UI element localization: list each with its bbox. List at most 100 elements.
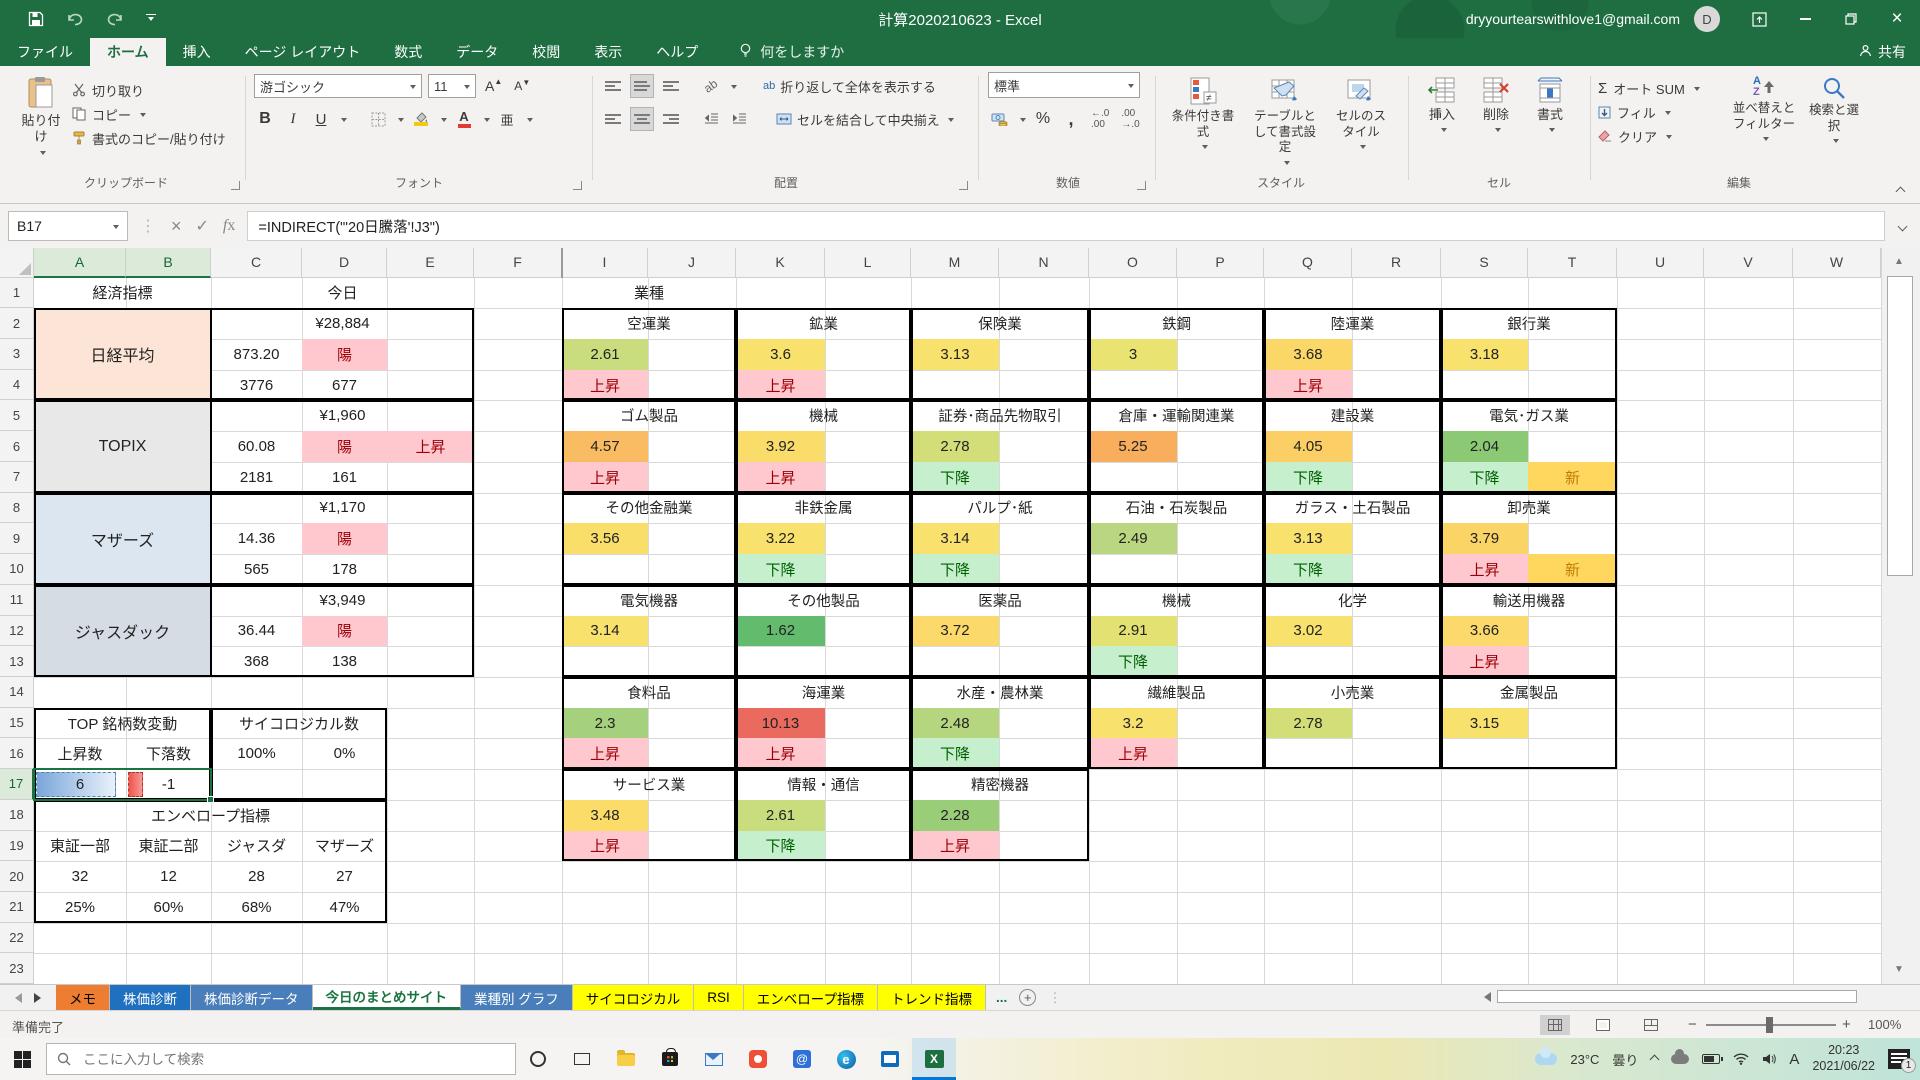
row-header-7[interactable]: 7 bbox=[0, 462, 34, 493]
decrease-decimal-button[interactable]: .00→.0 bbox=[1118, 107, 1142, 131]
minimize-button[interactable] bbox=[1782, 0, 1828, 38]
row-header-23[interactable]: 23 bbox=[0, 953, 34, 984]
row-header-14[interactable]: 14 bbox=[0, 677, 34, 708]
econ-candle[interactable]: 陽 bbox=[302, 339, 387, 370]
envelope-percent[interactable]: 25% bbox=[34, 892, 126, 923]
industry-value[interactable]: 2.78 bbox=[911, 431, 999, 462]
row-header-4[interactable]: 4 bbox=[0, 370, 34, 401]
bold-button[interactable]: B bbox=[254, 107, 276, 131]
industry-name[interactable]: その他製品 bbox=[736, 585, 911, 616]
industry-status[interactable]: 下降 bbox=[1089, 646, 1177, 677]
paste-button[interactable]: 貼り付け bbox=[10, 72, 72, 160]
industry-name[interactable]: 機械 bbox=[1089, 585, 1264, 616]
column-header-V[interactable]: V bbox=[1704, 248, 1793, 278]
increase-indent-button[interactable] bbox=[728, 107, 750, 131]
econ-value2[interactable]: 565 bbox=[211, 554, 302, 585]
tell-me-box[interactable]: 何をしますか bbox=[739, 38, 844, 66]
sheet-tab-1[interactable]: 株価診断 bbox=[110, 985, 191, 1010]
close-button[interactable]: × bbox=[1874, 0, 1920, 38]
industry-name[interactable]: 電気機器 bbox=[562, 585, 736, 616]
copy-button[interactable]: コピー bbox=[72, 102, 226, 126]
industry-status[interactable]: 上昇 bbox=[1441, 554, 1528, 585]
row-header-9[interactable]: 9 bbox=[0, 523, 34, 554]
sheet-tab-4[interactable]: 業種別 グラフ bbox=[461, 985, 573, 1010]
row-header-2[interactable]: 2 bbox=[0, 308, 34, 339]
industry-value[interactable]: 3.14 bbox=[911, 523, 999, 554]
industry-status[interactable]: 上昇 bbox=[1441, 646, 1528, 677]
industry-value[interactable]: 3.48 bbox=[562, 800, 648, 831]
industry-name[interactable]: 輸送用機器 bbox=[1441, 585, 1617, 616]
industry-value[interactable]: 3.15 bbox=[1441, 708, 1528, 739]
row-header-16[interactable]: 16 bbox=[0, 738, 34, 769]
new-sheet-button[interactable]: + bbox=[1019, 989, 1036, 1006]
industry-value[interactable]: 3.68 bbox=[1264, 339, 1352, 370]
sheet-tab-7[interactable]: エンベロープ指標 bbox=[744, 985, 878, 1010]
econ-header-right[interactable]: 今日 bbox=[211, 278, 474, 309]
red-app-button[interactable] bbox=[736, 1038, 780, 1080]
ribbon-tab-0[interactable]: ファイル bbox=[0, 38, 90, 66]
envelope-percent[interactable]: 68% bbox=[211, 892, 302, 923]
row-header-21[interactable]: 21 bbox=[0, 892, 34, 923]
account-avatar[interactable]: D bbox=[1694, 6, 1720, 32]
industry-value[interactable]: 3.13 bbox=[1264, 523, 1352, 554]
column-header-T[interactable]: T bbox=[1528, 248, 1617, 278]
ribbon-tab-3[interactable]: ページ レイアウト bbox=[228, 38, 378, 66]
column-header-A[interactable]: A bbox=[34, 248, 126, 278]
industry-name[interactable]: パルプ･紙 bbox=[911, 493, 1089, 524]
column-header-J[interactable]: J bbox=[648, 248, 736, 278]
industry-name[interactable]: 電気･ガス業 bbox=[1441, 400, 1617, 431]
industry-value[interactable]: 2.3 bbox=[562, 708, 648, 739]
sheet-tab-8[interactable]: トレンド指標 bbox=[878, 985, 986, 1010]
shrink-font-button[interactable]: A▼ bbox=[511, 74, 533, 98]
speaker-icon[interactable] bbox=[1762, 1053, 1776, 1065]
industry-value[interactable]: 4.57 bbox=[562, 431, 648, 462]
sheet-tab-2[interactable]: 株価診断データ bbox=[191, 985, 313, 1010]
alignment-dialog-launcher[interactable] bbox=[959, 181, 968, 190]
industry-status[interactable]: 下降 bbox=[1264, 554, 1352, 585]
industry-name[interactable]: 倉庫・運輸関連業 bbox=[1089, 400, 1264, 431]
hscroll-thumb[interactable] bbox=[1497, 990, 1857, 1003]
industry-name[interactable]: サービス業 bbox=[562, 769, 736, 800]
restore-button[interactable] bbox=[1828, 0, 1874, 38]
envelope-percent[interactable]: 60% bbox=[126, 892, 211, 923]
econ-value2[interactable]: 2181 bbox=[211, 462, 302, 493]
expand-formula-bar-icon[interactable] bbox=[1898, 221, 1908, 231]
file-explorer-button[interactable] bbox=[604, 1038, 648, 1080]
zoom-slider-thumb[interactable] bbox=[1766, 1017, 1773, 1033]
industry-name[interactable]: 水産・農林業 bbox=[911, 677, 1089, 708]
econ-value1[interactable]: 873.20 bbox=[211, 339, 302, 370]
ribbon-tab-2[interactable]: 挿入 bbox=[166, 38, 228, 66]
industry-name[interactable]: 卸売業 bbox=[1441, 493, 1617, 524]
collapse-ribbon-icon[interactable] bbox=[1896, 187, 1906, 197]
industry-header[interactable]: 業種 bbox=[562, 278, 736, 309]
formula-input[interactable]: =INDIRECT("'20日騰落'!J3") bbox=[247, 211, 1885, 241]
row-header-6[interactable]: 6 bbox=[0, 431, 34, 462]
account-email[interactable]: dryyourtearswithlove1@gmail.com bbox=[1466, 11, 1680, 27]
industry-name[interactable]: ガラス・土石製品 bbox=[1264, 493, 1441, 524]
sheet-tab-3[interactable]: 今日のまとめサイト bbox=[313, 985, 462, 1010]
envelope-count[interactable]: 32 bbox=[34, 861, 126, 892]
ime-indicator[interactable]: A bbox=[1789, 1051, 1799, 1068]
orientation-button[interactable]: ab bbox=[700, 74, 722, 98]
tray-temperature[interactable]: 23°C bbox=[1570, 1052, 1599, 1067]
accounting-format-button[interactable] bbox=[988, 107, 1011, 131]
autosum-button[interactable]: Σオート SUM bbox=[1598, 76, 1726, 100]
phonetic-button[interactable]: 亜 bbox=[496, 107, 518, 131]
increase-decimal-button[interactable]: ←.0.00 bbox=[1088, 107, 1112, 131]
row-header-18[interactable]: 18 bbox=[0, 800, 34, 831]
merge-center-button[interactable]: セルを結合して中央揃え bbox=[776, 110, 954, 129]
industry-status[interactable]: 下降 bbox=[1441, 462, 1528, 493]
column-header-D[interactable]: D bbox=[302, 248, 387, 278]
industry-status[interactable]: 上昇 bbox=[736, 462, 825, 493]
industry-name[interactable]: 陸運業 bbox=[1264, 308, 1441, 339]
industry-name[interactable]: 非鉄金属 bbox=[736, 493, 911, 524]
page-break-view-button[interactable] bbox=[1636, 1015, 1666, 1035]
industry-value[interactable]: 3.2 bbox=[1089, 708, 1177, 739]
econ-candle[interactable]: 陽 bbox=[302, 523, 387, 554]
econ-candle[interactable]: 陽 bbox=[302, 616, 387, 647]
stats-psy-header[interactable]: サイコロジカル数 bbox=[211, 708, 387, 739]
top-align-button[interactable] bbox=[602, 74, 624, 98]
font-size-combo[interactable]: 11 bbox=[428, 74, 476, 98]
middle-align-button[interactable] bbox=[630, 74, 654, 98]
sort-filter-button[interactable]: AZ 並べ替えとフィルター bbox=[1726, 72, 1802, 148]
